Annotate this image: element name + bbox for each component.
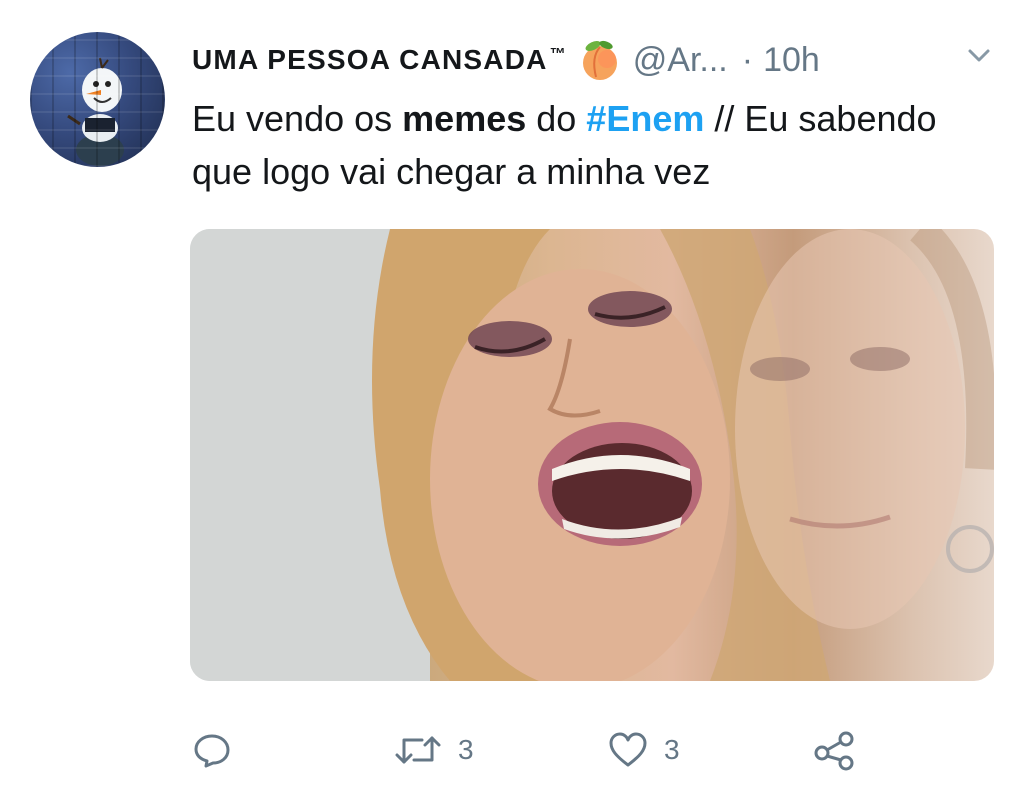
text-part-2: do	[526, 98, 587, 139]
trademark-symbol: ™	[549, 45, 567, 63]
tweet-media-image[interactable]	[190, 229, 994, 681]
share-button[interactable]	[812, 720, 858, 780]
text-bold-memes: memes	[402, 98, 527, 139]
chevron-down-icon[interactable]	[962, 42, 996, 70]
tweet-text: Eu vendo os memes do #Enem // Eu sabendo…	[192, 92, 992, 198]
display-name-text: UMA PESSOA CANSADA	[192, 44, 548, 75]
tweet-actions: 3 3	[0, 720, 1024, 780]
display-name[interactable]: UMA PESSOA CANSADA ™	[192, 44, 567, 76]
tweet-card[interactable]: UMA PESSOA CANSADA ™ @Ar... · 10h Eu vend…	[0, 0, 1024, 795]
avatar-background	[30, 32, 165, 167]
retweet-icon	[395, 736, 441, 764]
like-count: 3	[664, 734, 680, 765]
separator-dot: ·	[741, 40, 754, 79]
heart-icon	[609, 732, 647, 767]
peach-emoji-icon	[582, 40, 617, 80]
meme-photo	[190, 229, 994, 681]
share-icon	[814, 731, 854, 771]
user-handle[interactable]: @Ar...	[633, 41, 728, 80]
timestamp[interactable]: 10h	[763, 41, 820, 80]
reply-button[interactable]	[190, 720, 234, 780]
text-part-1: Eu vendo os	[192, 98, 403, 139]
like-button[interactable]: 3	[606, 720, 680, 780]
retweet-count: 3	[458, 734, 474, 765]
tweet-header: UMA PESSOA CANSADA ™ @Ar... · 10h	[192, 32, 820, 88]
hashtag-link[interactable]: #Enem	[586, 98, 704, 139]
reply-icon	[194, 734, 230, 768]
avatar[interactable]	[30, 32, 165, 167]
retweet-button[interactable]: 3	[392, 720, 474, 780]
